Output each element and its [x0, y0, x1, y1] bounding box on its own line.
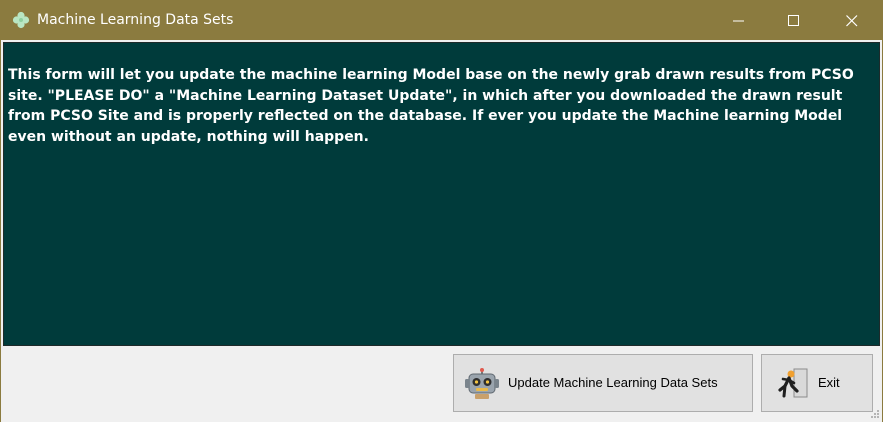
update-button-label: Update Machine Learning Data Sets: [508, 375, 718, 390]
close-button[interactable]: [829, 1, 875, 40]
title-bar[interactable]: Machine Learning Data Sets: [1, 1, 882, 40]
resize-grip-icon[interactable]: [870, 409, 880, 419]
window-title: Machine Learning Data Sets: [37, 12, 234, 28]
maximize-button[interactable]: [771, 1, 817, 40]
minimize-icon: [733, 20, 744, 22]
close-icon: [846, 15, 858, 27]
exit-running-icon: [778, 368, 808, 398]
minimize-button[interactable]: [716, 1, 762, 40]
button-bar: Update Machine Learning Data Sets Exit: [1, 346, 882, 422]
info-message: This form will let you update the machin…: [8, 67, 854, 145]
update-ml-data-sets-button[interactable]: Update Machine Learning Data Sets: [453, 354, 753, 412]
exit-button-label: Exit: [818, 375, 840, 390]
clover-icon: [12, 11, 30, 29]
exit-button[interactable]: Exit: [761, 354, 873, 412]
info-panel: This form will let you update the machin…: [3, 42, 880, 346]
maximize-icon: [788, 15, 799, 26]
machine-learning-window: Machine Learning Data Sets This form wil…: [0, 0, 883, 422]
robot-icon: [465, 368, 499, 399]
